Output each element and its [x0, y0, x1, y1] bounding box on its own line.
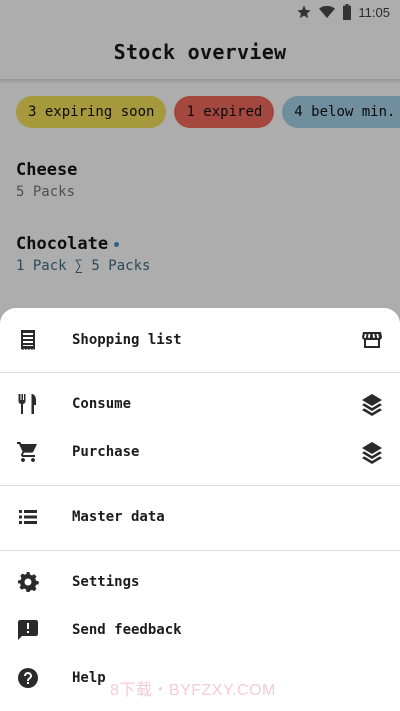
- watermark-text: 8下载・BYFZXY.COM: [110, 682, 276, 699]
- stack-layers-icon[interactable]: [360, 440, 384, 464]
- gear-icon: [16, 570, 40, 594]
- divider: [0, 550, 400, 551]
- menu-item-settings[interactable]: Settings: [0, 558, 400, 606]
- menu-item-send-feedback[interactable]: Send feedback: [0, 606, 400, 654]
- menu-item-label: Settings: [72, 574, 140, 590]
- receipt-list-icon: [16, 328, 40, 352]
- shopping-cart-icon: [16, 440, 40, 464]
- star-icon: [297, 5, 312, 19]
- menu-item-shopping-list[interactable]: Shopping list: [0, 316, 400, 364]
- battery-icon: [343, 4, 352, 20]
- menu-item-purchase[interactable]: Purchase: [0, 428, 400, 476]
- status-time: 11:05: [358, 4, 390, 20]
- list-icon: [16, 505, 40, 529]
- wifi-icon: [319, 6, 336, 18]
- menu-item-master-data[interactable]: Master data: [0, 493, 400, 541]
- menu-item-label: Purchase: [72, 444, 140, 460]
- fork-knife-icon: [16, 392, 40, 416]
- divider: [0, 372, 400, 373]
- stack-layers-icon[interactable]: [360, 392, 384, 416]
- bottom-sheet-menu: Shopping list Consume Purchase Master da…: [0, 308, 400, 711]
- menu-item-consume[interactable]: Consume: [0, 380, 400, 428]
- menu-item-label: Shopping list: [72, 332, 182, 348]
- menu-item-label: Help: [72, 670, 106, 686]
- store-icon[interactable]: [360, 328, 384, 352]
- feedback-icon: [16, 618, 40, 642]
- status-bar: 11:05: [0, 0, 400, 24]
- help-icon: [16, 666, 40, 690]
- divider: [0, 485, 400, 486]
- menu-item-label: Master data: [72, 509, 165, 525]
- menu-item-label: Send feedback: [72, 622, 182, 638]
- menu-item-label: Consume: [72, 396, 132, 412]
